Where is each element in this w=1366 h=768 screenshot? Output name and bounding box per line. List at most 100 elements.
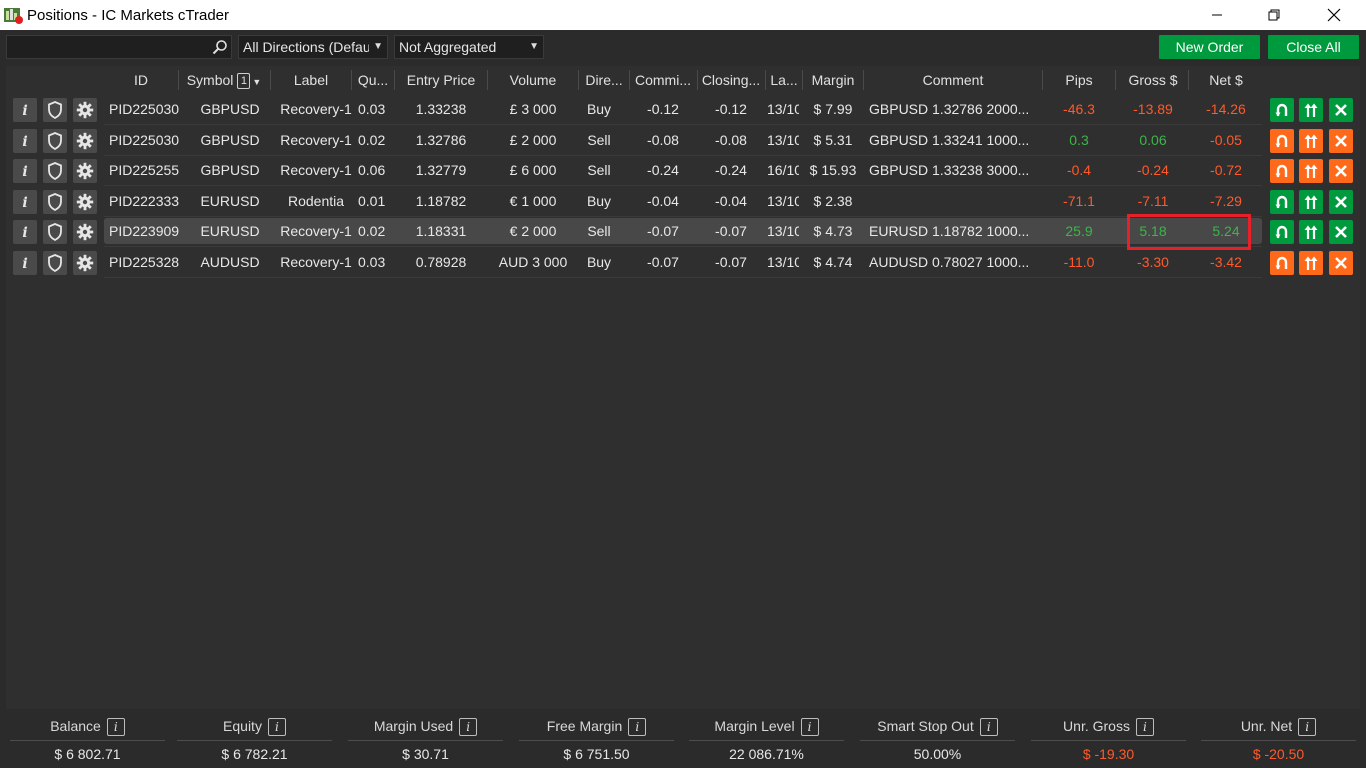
column-header-symbol[interactable]: Symbol 1 ▼ <box>179 66 269 94</box>
protection-button[interactable] <box>43 159 67 184</box>
double-up-button[interactable] <box>1299 189 1323 214</box>
new-order-button[interactable]: New Order <box>1159 35 1260 59</box>
settings-button[interactable] <box>73 189 97 214</box>
cell-comment: EURUSD 1.18782 1000... <box>869 223 1030 240</box>
reverse-position-button[interactable] <box>1270 189 1294 214</box>
reverse-position-button[interactable] <box>1270 251 1294 275</box>
column-header-entry-price[interactable]: Entry Price <box>395 66 487 94</box>
sort-down-icon: ▼ <box>252 77 262 87</box>
close-window-button[interactable] <box>1311 0 1357 30</box>
double-up-button[interactable] <box>1299 220 1323 245</box>
info-button[interactable]: i <box>13 220 37 245</box>
info-icon[interactable]: i <box>1298 718 1317 737</box>
cell-gross: 0.06 <box>1139 131 1167 148</box>
settings-button[interactable] <box>73 128 97 153</box>
cell-direction: Sell <box>587 131 611 148</box>
info-icon[interactable]: i <box>979 718 998 737</box>
cell-margin: $ 5.31 <box>813 131 853 148</box>
minimize-button[interactable] <box>1194 0 1240 30</box>
gear-icon <box>76 162 94 180</box>
protection-button[interactable] <box>43 189 67 214</box>
close-position-button[interactable] <box>1329 220 1353 245</box>
info-icon[interactable]: i <box>1135 718 1154 737</box>
info-icon[interactable]: i <box>267 718 286 737</box>
table-row[interactable]: i PID22532801 AUDUSD Recovery-1 0.03 0.78928 A… <box>6 247 1360 278</box>
protection-button[interactable] <box>43 98 67 122</box>
close-position-button[interactable] <box>1329 98 1353 122</box>
info-icon[interactable]: i <box>106 718 125 737</box>
reverse-icon <box>1274 224 1290 240</box>
close-position-button[interactable] <box>1329 159 1353 184</box>
double-up-button[interactable] <box>1299 98 1323 122</box>
cell-commission: -0.24 <box>647 162 679 179</box>
cell-last: 16/10 <box>767 162 799 179</box>
protection-button[interactable] <box>43 220 67 245</box>
cell-label: Recovery-1 <box>280 223 352 240</box>
cell-comment: GBPUSD 1.32786 2000... <box>869 101 1030 117</box>
double-up-button[interactable] <box>1299 251 1323 275</box>
close-position-button[interactable] <box>1329 128 1353 153</box>
positions-grid: ID Symbol 1 ▼ Label Qu... Entry Price Volu… <box>6 66 1360 709</box>
reverse-position-button[interactable] <box>1270 98 1294 122</box>
info-icon[interactable]: i <box>459 718 478 737</box>
column-header-commission[interactable]: Commi... <box>630 66 696 94</box>
close-all-button[interactable]: Close All <box>1268 35 1359 59</box>
cell-quantity: 0.02 <box>358 223 386 240</box>
summary-divider <box>1201 740 1356 741</box>
info-button[interactable]: i <box>13 189 37 214</box>
double-up-button[interactable] <box>1299 159 1323 184</box>
protection-button[interactable] <box>43 251 67 275</box>
aggregation-filter-select[interactable]: Not Aggregated ▼ <box>394 35 544 59</box>
table-row[interactable]: i PID22503012 GBPUSD Recovery-1 0.02 1.32786 £… <box>6 125 1360 156</box>
reverse-position-button[interactable] <box>1270 220 1294 245</box>
summary-value: $ -20.50 <box>1252 746 1305 762</box>
reverse-position-button[interactable] <box>1270 159 1294 184</box>
chevron-down-icon: ▼ <box>369 36 383 58</box>
column-header-closing[interactable]: Closing... <box>698 66 764 94</box>
reverse-position-button[interactable] <box>1270 128 1294 153</box>
column-header-pips[interactable]: Pips <box>1043 66 1115 94</box>
double-up-button[interactable] <box>1299 128 1323 153</box>
column-header-last[interactable]: La... <box>766 66 802 94</box>
column-header-net[interactable]: Net $ <box>1189 66 1263 94</box>
column-header-quantity[interactable]: Qu... <box>352 66 394 94</box>
table-row[interactable]: i PID22525511 GBPUSD Recovery-1 0.06 1.32779 £… <box>6 155 1360 187</box>
cell-quantity: 0.01 <box>358 192 386 209</box>
settings-button[interactable] <box>73 220 97 245</box>
info-button[interactable]: i <box>13 251 37 275</box>
info-button[interactable]: i <box>13 98 37 122</box>
reverse-icon <box>1274 133 1290 149</box>
cell-pips: 0.3 <box>1069 131 1089 148</box>
restore-button[interactable] <box>1251 0 1297 30</box>
column-header-label[interactable]: Label <box>271 66 351 94</box>
cell-comment: AUDUSD 0.78027 1000... <box>869 254 1030 270</box>
direction-filter-select[interactable]: All Directions (Default) ▼ <box>238 35 388 59</box>
search-icon[interactable] <box>212 39 228 55</box>
table-row[interactable]: i PID22503078 GBPUSD Recovery-1 0.03 1.33238 £… <box>6 94 1360 125</box>
search-input[interactable] <box>6 35 232 59</box>
cell-commission: -0.08 <box>647 131 679 148</box>
close-position-button[interactable] <box>1329 189 1353 214</box>
column-header-comment[interactable]: Comment <box>864 66 1042 94</box>
protection-button[interactable] <box>43 128 67 153</box>
column-header-direction[interactable]: Dire... <box>579 66 629 94</box>
info-button[interactable]: i <box>13 128 37 153</box>
table-row[interactable]: i PID22233301 EURUSD Rodentia 0.01 1.18782 € 1… <box>6 186 1360 217</box>
column-header-id[interactable]: ID <box>104 66 178 94</box>
settings-button[interactable] <box>73 251 97 275</box>
column-header-margin[interactable]: Margin <box>803 66 863 94</box>
info-button[interactable]: i <box>13 159 37 184</box>
close-position-button[interactable] <box>1329 251 1353 275</box>
cell-volume: £ 3 000 <box>509 101 557 117</box>
double-up-icon <box>1303 194 1319 210</box>
column-header-gross[interactable]: Gross $ <box>1116 66 1190 94</box>
settings-button[interactable] <box>73 98 97 122</box>
cell-quantity: 0.02 <box>358 131 386 148</box>
column-header-volume[interactable]: Volume <box>488 66 578 94</box>
info-icon[interactable]: i <box>800 718 819 737</box>
info-icon[interactable]: i <box>628 718 647 737</box>
cell-margin: $ 2.38 <box>813 192 853 209</box>
account-summary-footer: Balance i $ 6 802.71 Equity i $ 6 782.21 Margi… <box>0 712 1366 768</box>
settings-button[interactable] <box>73 159 97 184</box>
double-up-icon <box>1303 255 1319 271</box>
